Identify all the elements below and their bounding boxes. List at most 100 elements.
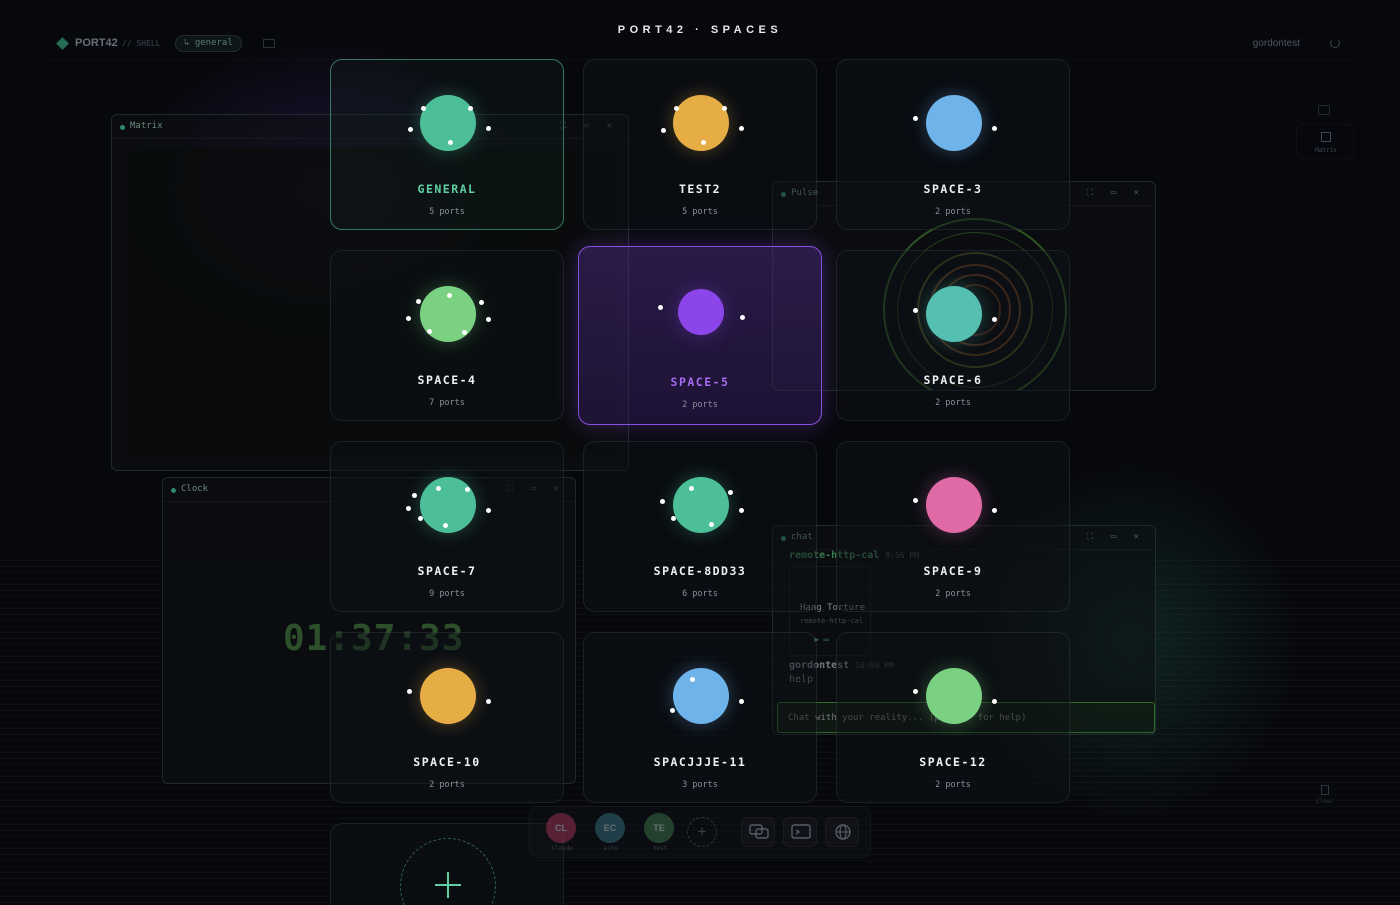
agent-claude[interactable]: CL claude [546,813,578,852]
port-dot [657,304,663,310]
space-planet [926,477,982,533]
space-name: SPACE-12 [919,755,987,769]
space-card-space-7[interactable]: SPACE-7 9 ports [330,441,564,612]
browser-button[interactable] [825,817,859,847]
attachment-subtitle: remote-http-cal [800,617,864,625]
plus-icon [435,872,461,898]
port-dot [446,292,452,298]
chat-button[interactable] [741,817,775,847]
space-card-space-9[interactable]: SPACE-9 2 ports [836,441,1070,612]
copy-icon [1321,132,1331,142]
space-planet [673,668,729,724]
port-dot [738,125,744,131]
agent-echo[interactable]: EC echo [595,813,627,852]
space-card-spacjjje-11[interactable]: SPACJJJE-11 3 ports [583,632,817,803]
right-dock-clear-label: Clear [1315,798,1335,805]
globe-icon [835,824,851,840]
port-dot [669,707,675,713]
power-icon[interactable] [1330,38,1340,48]
space-planet [678,289,724,335]
port-dot [688,485,694,491]
space-card-space-8dd33[interactable]: SPACE-8DD33 6 ports [583,441,817,612]
space-card-test2[interactable]: TEST2 5 ports [583,59,817,230]
bottom-dock: CL claude EC echo TE test + [529,806,871,858]
space-card-space-6[interactable]: SPACE-6 2 ports [836,250,1070,421]
brand-name: PORT42 [75,37,118,49]
status-dot [171,488,176,493]
space-name: TEST2 [678,182,722,196]
port-dot [415,298,421,304]
port-dot [659,498,665,504]
space-port-count: 7 ports [429,398,465,408]
username[interactable]: gordontest [1253,38,1300,49]
port-dot [405,505,411,511]
space-planet [673,477,729,533]
space-card-space-10[interactable]: SPACE-10 2 ports [330,632,564,803]
space-port-count: 5 ports [682,207,718,217]
space-card-space-4[interactable]: SPACE-4 7 ports [330,250,564,421]
window-title: Clock [181,484,209,494]
port-dot [442,522,448,528]
right-dock-matrix[interactable]: Matrix [1296,124,1354,159]
space-name: SPACJJJE-11 [653,755,747,769]
port-dot [435,485,441,491]
port-dot [721,105,727,111]
space-port-count: 2 ports [935,780,971,790]
add-agent-button[interactable]: + [687,817,717,847]
port-dot [467,105,473,111]
port-dot [660,127,666,133]
shell-label: // SHELL [122,39,161,48]
port-dot [991,507,997,513]
agent-test[interactable]: TE test [644,813,676,852]
space-planet [420,477,476,533]
space-card-space-3[interactable]: SPACE-3 2 ports [836,59,1070,230]
space-name: GENERAL [417,182,477,196]
port-dot [708,521,714,527]
port-dot [670,515,676,521]
port-dot [461,329,467,335]
agent-avatar: CL [546,813,576,843]
window-controls[interactable]: ⛶ ▭ ✕ [1087,188,1145,198]
port-dot [738,698,744,704]
space-port-count: 2 ports [935,398,971,408]
space-name: SPACE-9 [923,564,983,578]
agent-name: claude [551,845,573,852]
space-card-space-5[interactable]: SPACE-5 2 ports [578,246,822,425]
trash-icon [1321,785,1329,795]
space-card-general[interactable]: GENERAL 5 ports [330,59,564,230]
chat-icon [749,824,769,839]
port-dot [739,314,745,320]
status-dot [120,125,125,130]
port-dot [406,688,412,694]
space-planet [926,286,982,342]
port-dot [405,315,411,321]
space-name: SPACE-5 [670,375,730,389]
space-port-count: 6 ports [682,589,718,599]
port-dot [478,299,484,305]
space-port-count: 2 ports [935,207,971,217]
space-planet [926,95,982,151]
agent-avatar: EC [595,813,625,843]
window-title: Matrix [130,121,163,131]
terminal-button[interactable] [783,817,817,847]
space-card-space-12[interactable]: SPACE-12 2 ports [836,632,1070,803]
home-icon[interactable] [1318,105,1330,115]
port-dot [447,139,453,145]
port-dot [673,105,679,111]
right-dock-clear[interactable]: Clear [1310,785,1340,805]
window-controls[interactable]: ⛶ ▭ ✕ [1087,532,1145,542]
channel-pill[interactable]: ↳ general [175,35,242,52]
port-dot [417,515,423,521]
agent-name: test [652,845,668,852]
port-dot [485,698,491,704]
port-dot [912,115,918,121]
port-dot [464,486,470,492]
space-planet [420,668,476,724]
layout-icon[interactable] [263,39,275,48]
port-dot [700,139,706,145]
port-dot [485,125,491,131]
space-planet [926,668,982,724]
agent-avatar: TE [644,813,674,843]
port-dot [912,688,918,694]
port-dot [420,105,426,111]
